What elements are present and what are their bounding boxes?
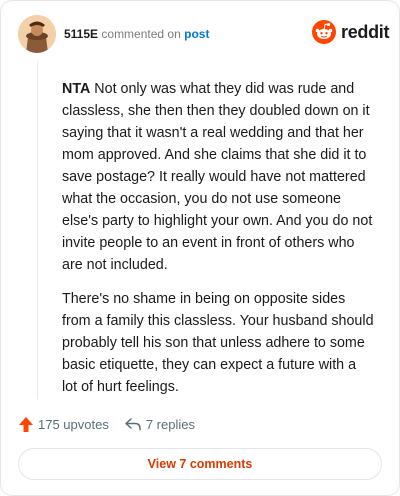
commented-on-label: commented on	[101, 27, 181, 41]
comment-card: 5115E commented on post reddit NTA Not o…	[0, 0, 400, 496]
view-comments-button[interactable]: View 7 comments	[18, 448, 382, 480]
post-link[interactable]: post	[184, 27, 209, 41]
comment-paragraph-1-text: Not only was what they did was rude and …	[62, 81, 373, 273]
upvote-count: 175 upvotes	[38, 416, 109, 432]
reddit-wordmark: reddit	[341, 21, 390, 42]
username[interactable]: 5115E	[64, 27, 98, 41]
comment-paragraph-2: There's no shame in being on opposite si…	[62, 291, 374, 395]
comment-paragraph-1: NTA Not only was what they did was rude …	[62, 78, 374, 276]
verdict-tag: NTA	[62, 81, 91, 97]
avatar-icon	[18, 15, 56, 53]
upvote-arrow-icon	[19, 416, 33, 432]
comment-header: 5115E commented on post	[64, 26, 209, 42]
replies-button[interactable]: 7 replies	[124, 417, 195, 432]
avatar[interactable]	[18, 15, 56, 53]
reply-arrow-icon	[125, 418, 141, 431]
comment-body: NTA Not only was what they did was rude …	[62, 78, 374, 410]
replies-count: 7 replies	[145, 416, 195, 432]
upvote-button[interactable]: 175 upvotes	[18, 416, 109, 433]
reddit-alien-icon	[312, 20, 336, 44]
comment-actions: 175 upvotes 7 replies	[18, 414, 195, 434]
reddit-logo[interactable]: reddit	[312, 20, 390, 44]
thread-line[interactable]	[37, 61, 38, 399]
